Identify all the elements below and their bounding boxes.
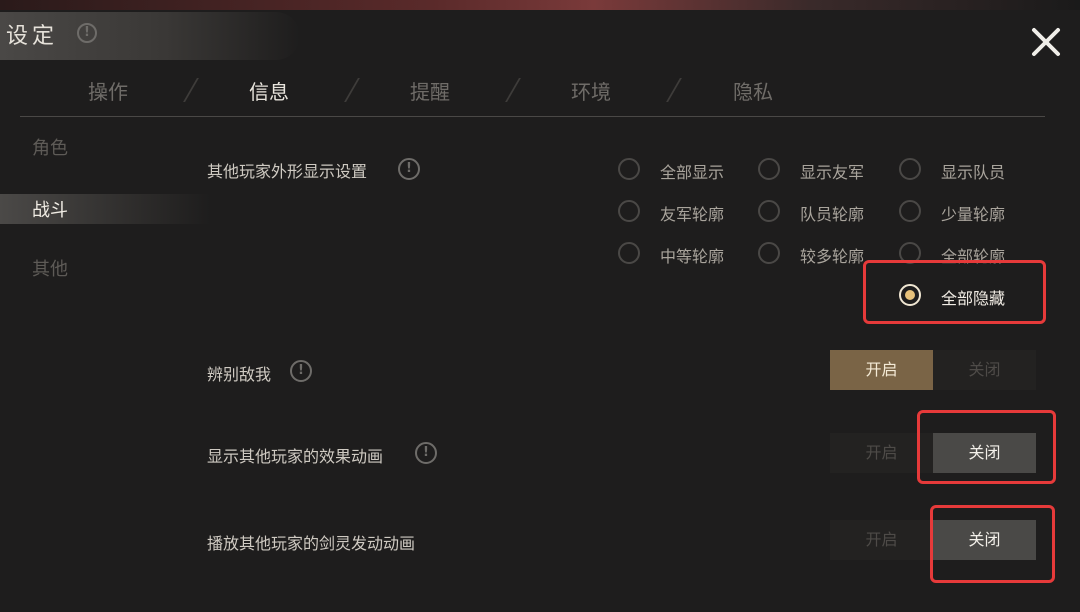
radio-circle xyxy=(618,200,640,222)
radio-circle xyxy=(618,242,640,264)
tab-privacy[interactable]: 隐私 xyxy=(733,76,773,105)
radio-circle xyxy=(618,158,640,180)
tab-environment[interactable]: 环境 xyxy=(571,76,611,105)
page-title: 设定 xyxy=(6,24,59,49)
highlight-box xyxy=(930,505,1055,583)
identify-on-button[interactable]: 开启 xyxy=(830,350,933,390)
tab-reminder[interactable]: 提醒 xyxy=(410,76,450,105)
identify-off-button[interactable]: 关闭 xyxy=(933,350,1036,390)
tab-operation[interactable]: 操作 xyxy=(88,76,128,105)
sword-on-button[interactable]: 开启 xyxy=(830,520,933,560)
info-icon[interactable]: ! xyxy=(415,442,437,464)
identify-setting-label: 辨别敌我 xyxy=(207,365,272,384)
tab-separator xyxy=(344,78,360,102)
highlight-box xyxy=(917,410,1056,484)
radio-circle xyxy=(758,158,780,180)
tab-separator xyxy=(666,78,682,102)
info-icon[interactable]: ! xyxy=(290,360,312,382)
tab-separator xyxy=(505,78,521,102)
sidebar-item-character[interactable]: 角色 xyxy=(32,134,68,160)
highlight-box xyxy=(863,260,1046,324)
sword-setting-label: 播放其他玩家的剑灵发动动画 xyxy=(207,534,416,553)
identify-toggle: 开启 关闭 xyxy=(830,350,1036,390)
appearance-setting-label: 其他玩家外形显示设置 xyxy=(207,162,368,181)
close-icon[interactable] xyxy=(1030,26,1062,58)
tab-bar: 操作 信息 提醒 环境 隐私 xyxy=(20,72,1045,117)
sidebar-item-combat[interactable]: 战斗 xyxy=(32,196,68,222)
info-icon[interactable]: ! xyxy=(398,158,420,180)
sidebar-item-other[interactable]: 其他 xyxy=(32,255,68,281)
info-icon[interactable]: ! xyxy=(77,23,97,43)
radio-circle xyxy=(758,200,780,222)
radio-circle xyxy=(899,200,921,222)
radio-circle xyxy=(899,158,921,180)
effects-setting-label: 显示其他玩家的效果动画 xyxy=(207,447,384,466)
tab-separator xyxy=(183,78,199,102)
tab-info[interactable]: 信息 xyxy=(249,76,289,105)
radio-circle xyxy=(758,242,780,264)
